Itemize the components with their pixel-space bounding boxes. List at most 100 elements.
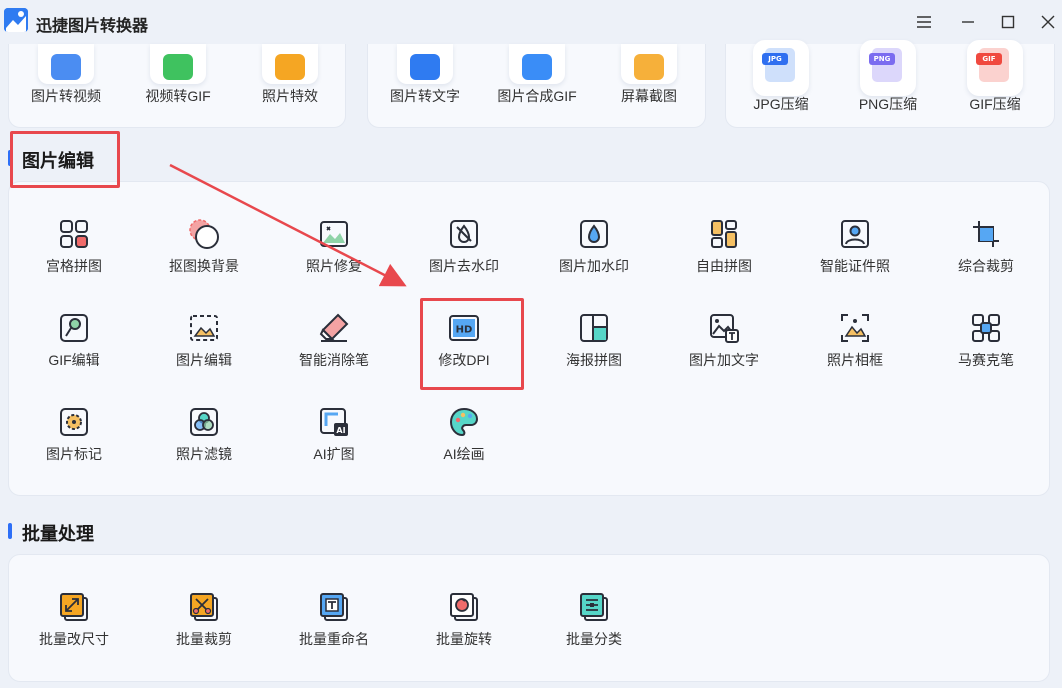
tool-label: 批量分类 [566,631,622,647]
highlight-box-section-title [10,131,120,188]
cutout-background-icon [189,219,219,249]
gif-compress-icon: GIF [967,40,1023,96]
batch-rename-icon [320,593,348,621]
photo-repair-icon [320,221,348,247]
tool-remove-watermark[interactable]: 图片去水印 [399,218,529,276]
tool-label: 自由拼图 [696,258,752,274]
minimize-button[interactable] [956,10,980,34]
tool-label: 智能证件照 [820,258,890,274]
close-button[interactable] [1036,10,1060,34]
tool-label: 照片相框 [827,352,883,368]
tool-label: AI绘画 [443,446,485,462]
app-logo-icon [4,8,28,32]
tool-image-mark[interactable]: 图片标记 [9,406,139,464]
tool-photo-effects[interactable]: 照片特效 [235,44,345,128]
edit-tools-panel: 宫格拼图 抠图换背景 照片修复 图片去水印 图片加水印 自由拼图 智能证件照 综… [8,181,1050,496]
tool-png-compress[interactable]: PNG PNG压缩 [833,40,943,128]
tool-id-photo[interactable]: 智能证件照 [790,218,920,276]
tool-image-to-video[interactable]: 图片转视频 [11,44,121,128]
add-text-icon [710,314,739,343]
tool-add-text[interactable]: 图片加文字 [659,312,789,370]
remove-watermark-icon [450,220,478,248]
jpg-compress-icon: JPG [753,40,809,96]
close-icon [1041,15,1055,29]
tool-batch-resize[interactable]: 批量改尺寸 [9,591,139,649]
app-title: 迅捷图片转换器 [36,18,149,35]
tool-label: 图片加水印 [559,258,629,274]
badge-text: JPG [762,53,788,65]
eraser-pen-icon [319,313,349,342]
batch-resize-icon [60,593,88,621]
images-to-gif-icon [509,44,565,84]
tool-label: AI扩图 [313,446,355,462]
add-watermark-icon [580,220,608,248]
tool-grid-collage[interactable]: 宫格拼图 [9,218,139,276]
tool-batch-rename[interactable]: 批量重命名 [269,591,399,649]
ai-expand-icon: AI [320,408,348,436]
convert-card-1: 图片转视频 视频转GIF 照片特效 [8,44,346,128]
tool-label: GIF压缩 [969,96,1021,112]
screenshot-icon [621,44,677,84]
grid-collage-icon [60,220,88,248]
batch-rotate-icon [450,593,478,621]
tool-gif-edit[interactable]: GIF编辑 [9,312,139,370]
tool-batch-crop[interactable]: 批量裁剪 [139,591,269,649]
image-mark-icon [60,408,88,436]
gif-edit-icon [60,314,88,342]
highlight-box-modify-dpi [420,298,524,390]
tool-label: 批量裁剪 [176,631,232,647]
tool-photo-filter[interactable]: 照片滤镜 [139,406,269,464]
tool-label: JPG压缩 [753,96,809,112]
tool-label: 批量改尺寸 [39,631,109,647]
tool-eraser-pen[interactable]: 智能消除笔 [269,312,399,370]
free-collage-icon [711,220,737,248]
title-bar: 迅捷图片转换器 [0,0,1062,44]
tool-mosaic[interactable]: 马赛克笔 [921,312,1051,370]
tool-cutout-background[interactable]: 抠图换背景 [139,218,269,276]
tool-batch-classify[interactable]: 批量分类 [529,591,659,649]
tool-label: 图片标记 [46,446,102,462]
tool-video-to-gif[interactable]: 视频转GIF [123,44,233,128]
badge-text: GIF [976,53,1002,65]
hamburger-icon [917,16,931,28]
maximize-icon [1001,15,1015,29]
tool-label: 批量旋转 [436,631,492,647]
tool-label: 海报拼图 [566,352,622,368]
tool-image-edit[interactable]: 图片编辑 [139,312,269,370]
tool-photo-repair[interactable]: 照片修复 [269,218,399,276]
tool-add-watermark[interactable]: 图片加水印 [529,218,659,276]
tool-label: 图片转视频 [31,88,101,104]
photo-frame-icon [841,314,869,342]
tool-screenshot[interactable]: 屏幕截图 [594,44,704,128]
tool-photo-frame[interactable]: 照片相框 [790,312,920,370]
tool-images-to-gif[interactable]: 图片合成GIF [482,44,592,128]
menu-button[interactable] [912,10,936,34]
batch-classify-icon [580,593,608,621]
image-to-text-icon [397,44,453,84]
tool-label: 视频转GIF [145,88,211,104]
tool-ai-paint[interactable]: AI绘画 [399,406,529,464]
ai-paint-icon [449,407,479,437]
maximize-button[interactable] [996,10,1020,34]
tool-batch-rotate[interactable]: 批量旋转 [399,591,529,649]
section-title-batch: 批量处理 [22,524,94,544]
tool-gif-compress[interactable]: GIF GIF压缩 [940,40,1050,128]
tool-label: 宫格拼图 [46,258,102,274]
tool-jpg-compress[interactable]: JPG JPG压缩 [726,40,836,128]
tool-poster-collage[interactable]: 海报拼图 [529,312,659,370]
mosaic-icon [972,314,1000,342]
crop-icon [973,221,999,247]
tool-free-collage[interactable]: 自由拼图 [659,218,789,276]
minimize-icon [962,21,974,23]
convert-card-2: 图片转文字 图片合成GIF 屏幕截图 [367,44,706,128]
tool-image-to-text[interactable]: 图片转文字 [370,44,480,128]
badge-text: PNG [869,53,895,65]
image-to-video-icon [38,44,94,84]
tool-crop[interactable]: 综合裁剪 [921,218,1051,276]
compress-card: JPG JPG压缩 PNG PNG压缩 GIF GIF压缩 [725,40,1055,128]
batch-tools-panel: 批量改尺寸 批量裁剪 批量重命名 批量旋转 批量分类 [8,554,1050,682]
tool-label: 照片修复 [306,258,362,274]
tool-label: 抠图换背景 [169,258,239,274]
id-photo-icon [841,220,869,248]
tool-ai-expand[interactable]: AI AI扩图 [269,406,399,464]
